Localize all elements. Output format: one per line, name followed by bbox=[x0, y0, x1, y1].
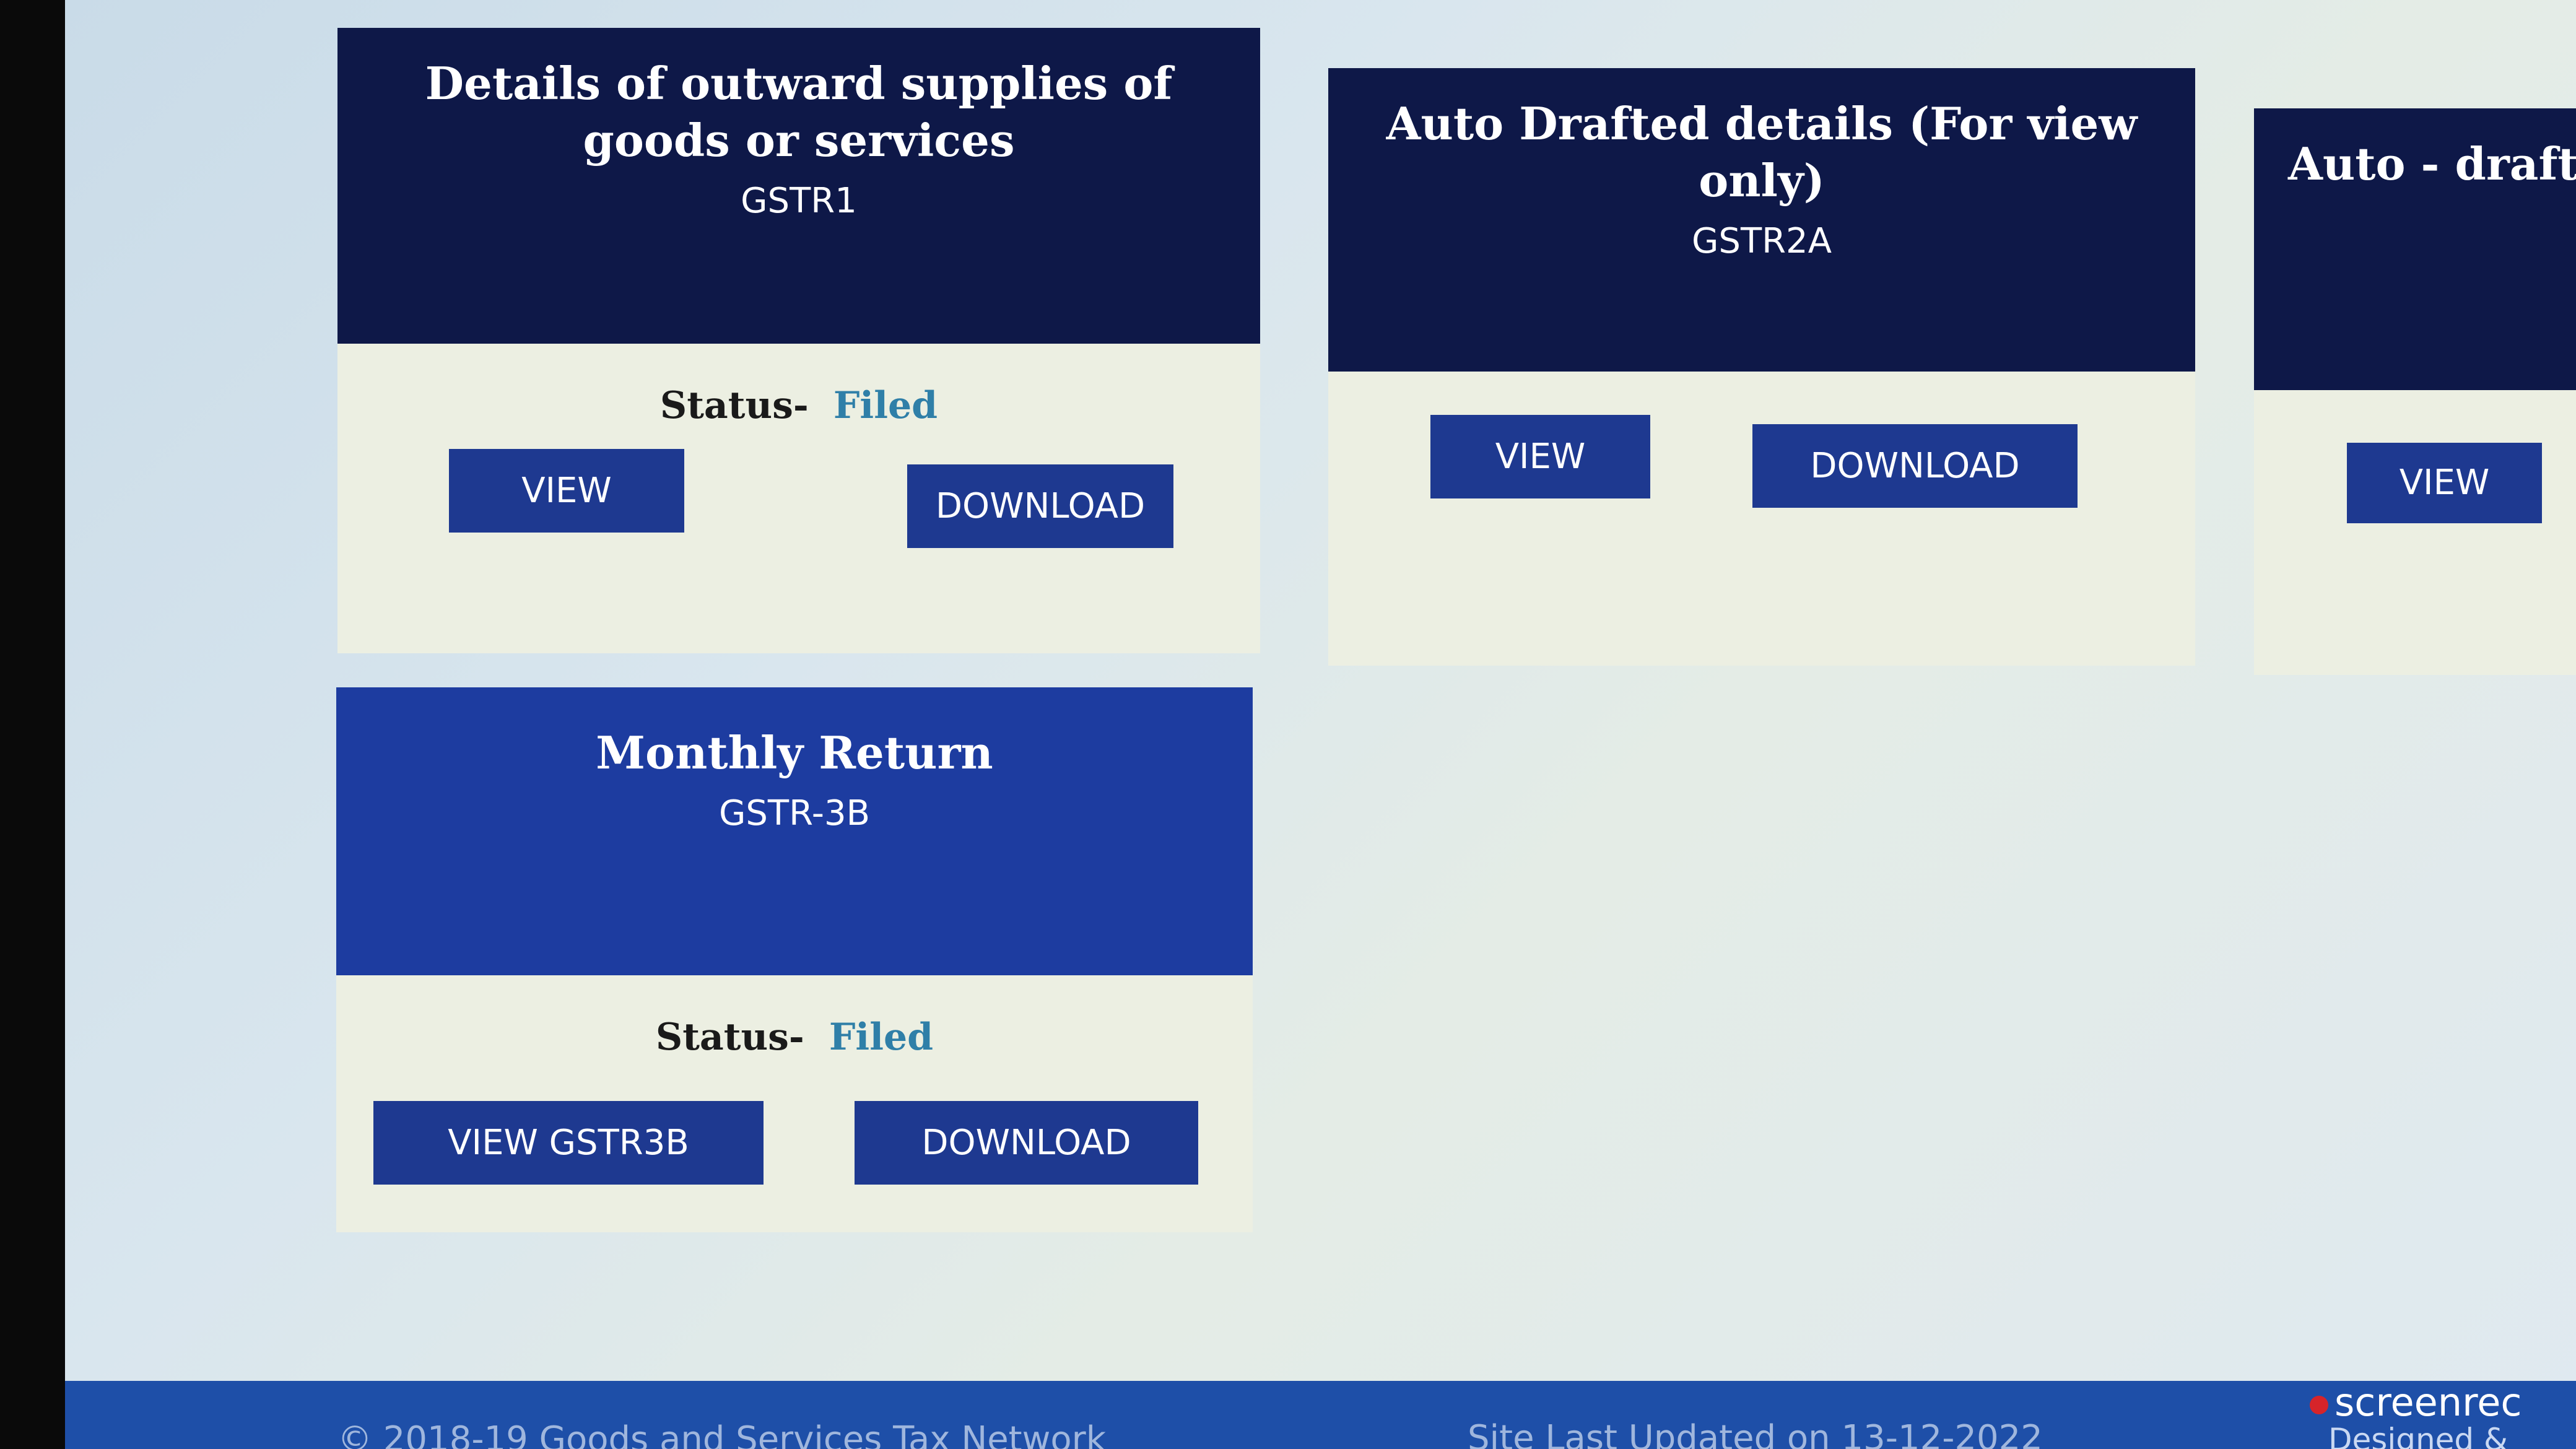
gstr2a-view-button[interactable]: VIEW bbox=[1430, 415, 1650, 498]
tile-auto-drafted-title: Auto - drafted bbox=[2288, 137, 2576, 190]
tile-gstr1-code: GSTR1 bbox=[741, 181, 857, 221]
tile-gstr3b-title: Monthly Return bbox=[596, 726, 993, 779]
tile-gstr3b: Monthly Return GSTR-3B Status- Filed VIEW… bbox=[336, 687, 1253, 1232]
gst-returns-dashboard: Details of outward supplies of goods or … bbox=[65, 0, 2576, 1449]
gstr3b-download-button[interactable]: DOWNLOAD bbox=[855, 1101, 1198, 1185]
tile-gstr3b-status: Status- Filed bbox=[336, 1016, 1253, 1059]
record-dot-icon bbox=[2310, 1395, 2328, 1414]
screenrec-text: screenrec bbox=[2334, 1380, 2522, 1425]
auto-drafted-view-button[interactable]: VIEW bbox=[2347, 443, 2542, 523]
tile-auto-drafted-header: Auto - drafted bbox=[2254, 108, 2576, 390]
tile-gstr1-status: Status- Filed bbox=[337, 384, 1260, 427]
view-gstr3b-button[interactable]: VIEW GSTR3B bbox=[373, 1101, 764, 1185]
tile-gstr3b-header: Monthly Return GSTR-3B bbox=[336, 687, 1253, 975]
tile-gstr1-title: Details of outward supplies of goods or … bbox=[425, 57, 1173, 167]
gstr1-download-button[interactable]: DOWNLOAD bbox=[907, 464, 1173, 548]
status-value: Filed bbox=[829, 1016, 934, 1059]
tile-gstr2a: Auto Drafted details (For view only) GST… bbox=[1328, 68, 2195, 666]
footer-last-updated: Site Last Updated on 13-12-2022 bbox=[1468, 1418, 2043, 1449]
status-label: Status- bbox=[655, 1016, 804, 1059]
footer-credit: Designed & Dev bbox=[2328, 1422, 2509, 1449]
site-footer: © 2018-19 Goods and Services Tax Network… bbox=[65, 1381, 2576, 1449]
gstr1-view-button[interactable]: VIEW bbox=[449, 449, 684, 533]
gstr2a-download-button[interactable]: DOWNLOAD bbox=[1752, 424, 2078, 508]
status-label: Status- bbox=[659, 384, 809, 427]
footer-copyright: © 2018-19 Goods and Services Tax Network bbox=[337, 1419, 1107, 1449]
tile-auto-drafted: Auto - drafted VIEW bbox=[2254, 108, 2576, 675]
status-value: Filed bbox=[833, 384, 938, 427]
screenrec-watermark: screenrec bbox=[2310, 1380, 2522, 1425]
tile-gstr2a-header: Auto Drafted details (For view only) GST… bbox=[1328, 68, 2195, 372]
tile-gstr1: Details of outward supplies of goods or … bbox=[337, 28, 1260, 653]
tile-gstr2a-title: Auto Drafted details (For view only) bbox=[1386, 97, 2138, 207]
tile-gstr1-header: Details of outward supplies of goods or … bbox=[337, 28, 1260, 344]
tile-gstr2a-code: GSTR2A bbox=[1692, 221, 1832, 261]
tile-gstr3b-code: GSTR-3B bbox=[718, 793, 871, 833]
